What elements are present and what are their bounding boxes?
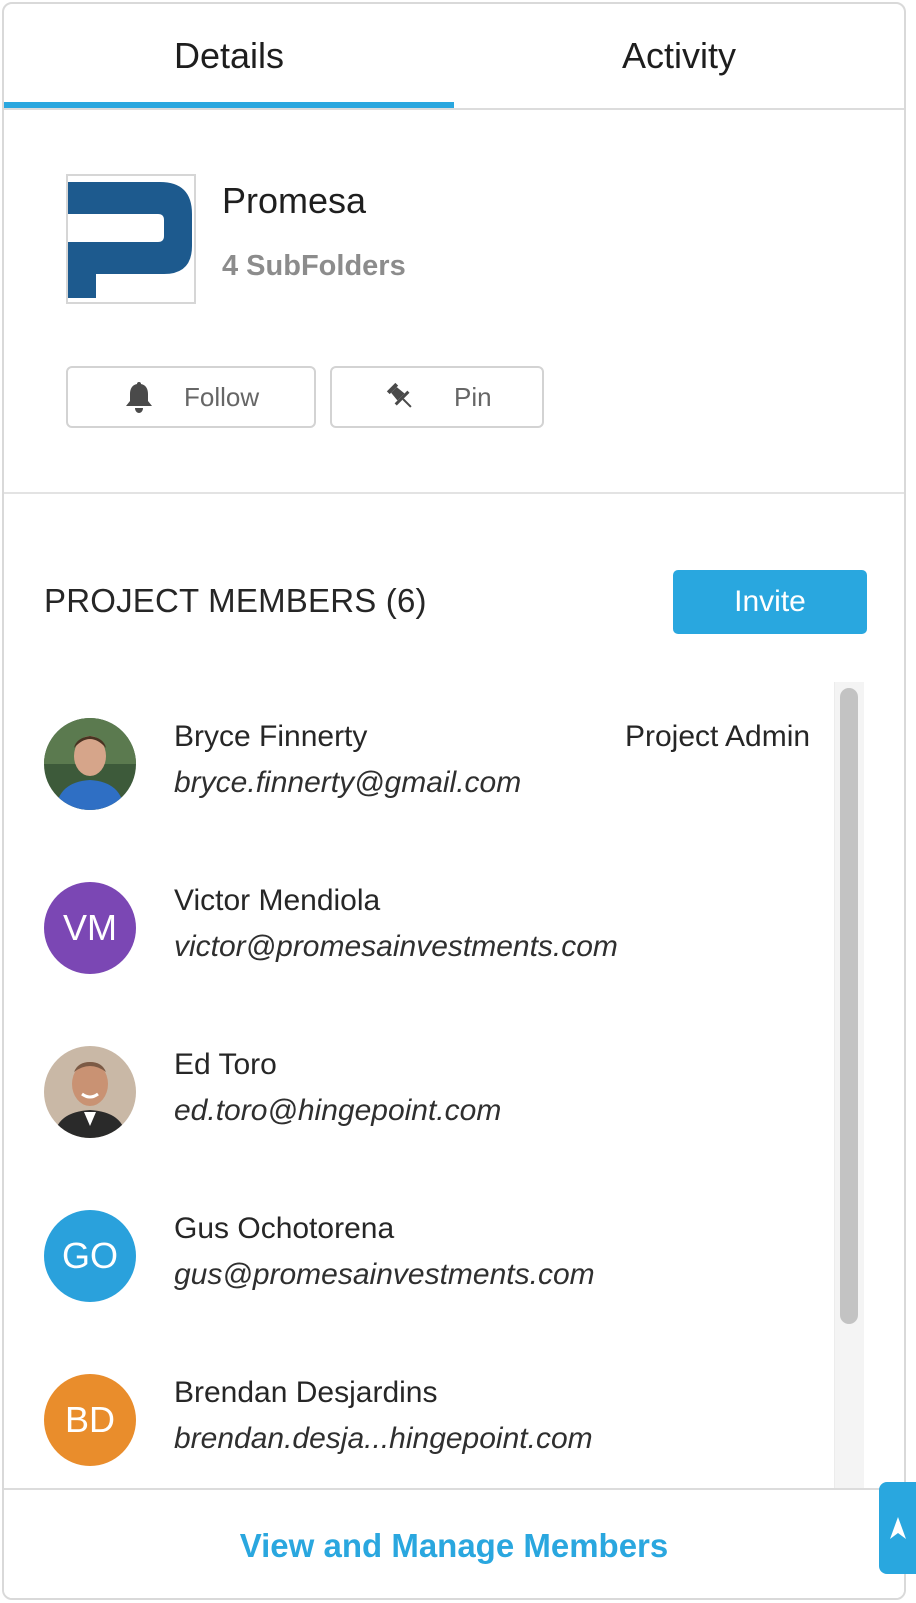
panel-footer: View and Manage Members: [4, 1488, 904, 1598]
avatar: [44, 718, 136, 810]
avatar: GO: [44, 1210, 136, 1302]
active-tab-indicator: [4, 102, 454, 108]
tab-activity[interactable]: Activity: [454, 4, 904, 108]
tab-bar: Details Activity: [4, 4, 904, 110]
member-email: victor@promesainvestments.com: [174, 930, 618, 963]
pin-button[interactable]: Pin: [330, 366, 544, 428]
project-logo: [66, 174, 196, 304]
member-row-victor-mendiola[interactable]: VM Victor Mendiola victor@promesainvestm…: [4, 844, 862, 1012]
avatar: BD: [44, 1374, 136, 1466]
follow-label: Follow: [184, 381, 260, 412]
project-members-title: PROJECT MEMBERS (6): [44, 582, 427, 619]
member-name: Brendan Desjardins: [174, 1376, 438, 1409]
member-email: brendan.desja...hingepoint.com: [174, 1422, 593, 1455]
promesa-p-logo-icon: [68, 176, 194, 302]
member-email: gus@promesainvestments.com: [174, 1258, 595, 1291]
arrow-cursor-icon: [889, 1517, 906, 1539]
member-role: Project Admin: [625, 720, 811, 753]
member-row-ed-toro[interactable]: Ed Toro ed.toro@hingepoint.com: [4, 1008, 862, 1176]
member-name: Ed Toro: [174, 1048, 277, 1081]
side-feedback-tab[interactable]: [879, 1482, 916, 1574]
scrollbar-thumb[interactable]: [840, 688, 858, 1324]
project-details-panel: Details Activity Promesa 4 SubFolders Fo…: [2, 2, 906, 1600]
avatar-photo-icon: [44, 718, 136, 810]
avatar: [44, 1046, 136, 1138]
tab-details[interactable]: Details: [4, 4, 454, 108]
avatar: VM: [44, 882, 136, 974]
project-header: Promesa 4 SubFolders Follow Pin: [4, 110, 904, 494]
member-row-gus-ochotorena[interactable]: GO Gus Ochotorena gus@promesainvestments…: [4, 1172, 862, 1340]
member-list: Bryce Finnerty bryce.finnerty@gmail.com …: [4, 680, 862, 1490]
member-row-brendan-desjardins[interactable]: BD Brendan Desjardins brendan.desja...hi…: [4, 1336, 862, 1490]
member-email: bryce.finnerty@gmail.com: [174, 766, 522, 799]
subfolder-count[interactable]: 4 SubFolders: [222, 250, 406, 283]
pushpin-icon: [384, 380, 418, 414]
view-manage-members-link[interactable]: View and Manage Members: [4, 1490, 904, 1598]
member-name: Victor Mendiola: [174, 884, 381, 917]
member-row-bryce-finnerty[interactable]: Bryce Finnerty bryce.finnerty@gmail.com …: [4, 680, 862, 848]
bell-icon: [122, 380, 156, 414]
member-email: ed.toro@hingepoint.com: [174, 1094, 502, 1127]
member-name: Gus Ochotorena: [174, 1212, 395, 1245]
invite-button[interactable]: Invite: [673, 570, 867, 634]
member-name: Bryce Finnerty: [174, 720, 368, 753]
avatar-photo-icon: [44, 1046, 136, 1138]
pin-label: Pin: [454, 381, 492, 412]
project-name: Promesa: [222, 180, 367, 221]
follow-button[interactable]: Follow: [66, 366, 316, 428]
